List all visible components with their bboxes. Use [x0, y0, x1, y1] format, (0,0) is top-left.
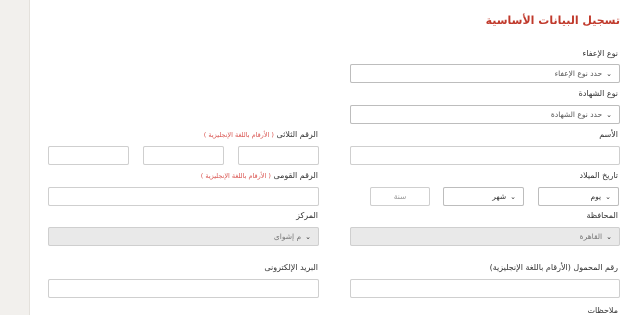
governorate-label: المحافظة — [586, 211, 618, 220]
center-label: المركز — [296, 211, 318, 220]
governorate-select[interactable]: ⌄ القاهرة — [350, 227, 620, 246]
birth-month-select[interactable]: ⌄ شهر — [443, 187, 524, 206]
exemption-type-select[interactable]: ⌄ حدد نوع الإعفاء — [350, 64, 620, 83]
exemption-type-label: نوع الإعفاء — [582, 49, 618, 58]
chevron-down-icon: ⌄ — [305, 232, 311, 241]
triple-number-input-3[interactable] — [238, 146, 319, 165]
watermark-logo — [564, 285, 634, 311]
certificate-type-label: نوع الشهادة — [578, 89, 618, 98]
national-id-hint: ( الأرقام باللغة الإنجليزية ) — [200, 172, 271, 180]
chevron-down-icon: ⌄ — [606, 232, 612, 241]
birth-day-select[interactable]: ⌄ يوم — [538, 187, 619, 206]
name-input[interactable] — [350, 146, 620, 165]
triple-number-label: الرقم الثلاثى ( الأرقام باللغة الإنجليزي… — [203, 130, 318, 139]
mobile-label: رقم المحمول (الأرقام باللغة الإنجليزية) — [489, 263, 618, 272]
chevron-down-icon: ⌄ — [510, 192, 516, 201]
national-id-label: الرقم القومى ( الأرقام باللغة الإنجليزية… — [200, 171, 318, 180]
email-label: البريد الإلكترونى — [264, 263, 318, 272]
triple-number-input-1[interactable] — [48, 146, 129, 165]
birth-date-label: تاريخ الميلاد — [579, 171, 619, 180]
chevron-down-icon: ⌄ — [606, 110, 612, 119]
triple-number-hint: ( الأرقام باللغة الإنجليزية ) — [203, 131, 274, 139]
certificate-type-select[interactable]: ⌄ حدد نوع الشهادة — [350, 105, 620, 124]
form-title: تسجيل البيانات الأساسية — [485, 14, 620, 27]
national-id-input[interactable] — [48, 187, 319, 206]
chevron-down-icon: ⌄ — [606, 69, 612, 78]
name-label: الأسم — [599, 130, 618, 139]
center-select[interactable]: ⌄ م إشواى — [48, 227, 319, 246]
triple-number-input-2[interactable] — [143, 146, 224, 165]
birth-year-input[interactable]: سنة — [370, 187, 430, 206]
chevron-down-icon: ⌄ — [605, 192, 611, 201]
email-input[interactable] — [48, 279, 319, 298]
page-gutter — [0, 0, 30, 315]
